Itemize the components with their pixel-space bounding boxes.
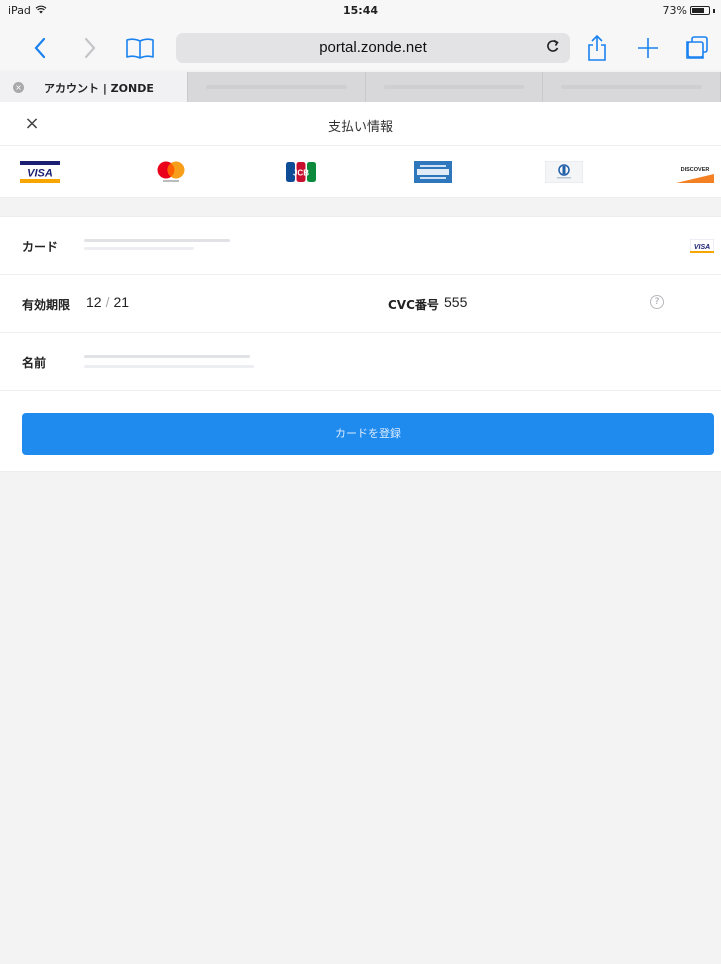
name-label: 名前 bbox=[22, 356, 47, 370]
tab-title: アカウント | ZONDE bbox=[44, 82, 154, 95]
tabs-icon[interactable] bbox=[680, 30, 714, 66]
expiry-month: 12 bbox=[86, 294, 102, 310]
battery-percent: 73% bbox=[662, 4, 687, 17]
help-icon[interactable]: ? bbox=[650, 295, 664, 309]
tab-blurred-title bbox=[206, 85, 347, 89]
card-brand-row: VISA JCB DISCOVER bbox=[0, 146, 721, 198]
tab-strip: × アカウント | ZONDE bbox=[0, 72, 721, 102]
svg-text:JCB: JCB bbox=[293, 169, 309, 178]
battery-tip bbox=[713, 8, 715, 13]
battery-fill bbox=[692, 8, 704, 13]
masked-name bbox=[84, 355, 250, 358]
browser-toolbar: portal.zonde.net bbox=[0, 26, 721, 70]
cvc-label: CVC番号 bbox=[388, 298, 439, 312]
tab-inactive[interactable] bbox=[188, 72, 366, 102]
tab-inactive[interactable] bbox=[365, 72, 544, 102]
expiry-year: 21 bbox=[113, 294, 130, 310]
expiry-cvc-row: 有効期限 12/21 CVC番号 555 ? bbox=[0, 275, 721, 333]
battery-icon bbox=[690, 6, 710, 15]
modal-title: 支払い情報 bbox=[327, 120, 393, 135]
expiry-separator: / bbox=[105, 294, 110, 310]
status-bar: iPad 15:44 73% bbox=[0, 0, 721, 26]
card-label: カード bbox=[22, 240, 59, 254]
payment-form: カード VISA 有効期限 12/21 CVC番号 555 ? 名前 カードを登… bbox=[0, 216, 721, 472]
discover-logo: DISCOVER bbox=[676, 160, 714, 184]
modal-header: × 支払い情報 bbox=[0, 102, 721, 146]
status-right: 73% bbox=[663, 4, 715, 17]
reload-icon[interactable] bbox=[546, 38, 560, 58]
name-input[interactable] bbox=[84, 351, 254, 371]
card-number-row: カード VISA bbox=[0, 217, 721, 275]
address-bar[interactable]: portal.zonde.net bbox=[176, 33, 570, 63]
masked-name bbox=[84, 365, 254, 368]
name-row: 名前 bbox=[0, 333, 721, 391]
card-number-input[interactable] bbox=[84, 235, 234, 255]
status-time: 15:44 bbox=[342, 4, 378, 17]
card-brand-badge: VISA bbox=[689, 238, 715, 257]
url-text: portal.zonde.net bbox=[319, 39, 427, 56]
visa-logo: VISA bbox=[20, 160, 60, 184]
share-icon[interactable] bbox=[582, 30, 612, 66]
bookmarks-icon[interactable] bbox=[120, 30, 160, 66]
expiry-label: 有効期限 bbox=[22, 298, 71, 312]
expiry-input[interactable]: 12/21 bbox=[86, 294, 129, 310]
forward-icon[interactable] bbox=[72, 30, 108, 66]
masked-card-number bbox=[84, 247, 194, 250]
masked-card-number bbox=[84, 239, 230, 242]
mastercard-logo bbox=[154, 160, 188, 184]
diners-club-logo bbox=[545, 160, 583, 184]
register-card-button[interactable]: カードを登録 bbox=[22, 413, 714, 455]
svg-text:VISA: VISA bbox=[27, 168, 53, 180]
page: × 支払い情報 VISA JCB DISCOVER カード VISA 有効期限 … bbox=[0, 102, 721, 964]
tab-blurred-title bbox=[561, 85, 703, 89]
svg-text:DISCOVER: DISCOVER bbox=[681, 167, 710, 173]
cvc-input[interactable]: 555 bbox=[444, 294, 467, 310]
amex-logo bbox=[414, 160, 452, 184]
tab-active[interactable]: × アカウント | ZONDE bbox=[0, 72, 188, 102]
card-brand-badge-text: VISA bbox=[694, 244, 710, 251]
back-icon[interactable] bbox=[22, 30, 58, 66]
new-tab-icon[interactable] bbox=[630, 30, 666, 66]
jcb-logo: JCB bbox=[286, 160, 316, 184]
tab-inactive[interactable] bbox=[543, 72, 721, 102]
tab-close-icon[interactable]: × bbox=[13, 82, 24, 93]
tab-blurred-title bbox=[383, 85, 525, 89]
